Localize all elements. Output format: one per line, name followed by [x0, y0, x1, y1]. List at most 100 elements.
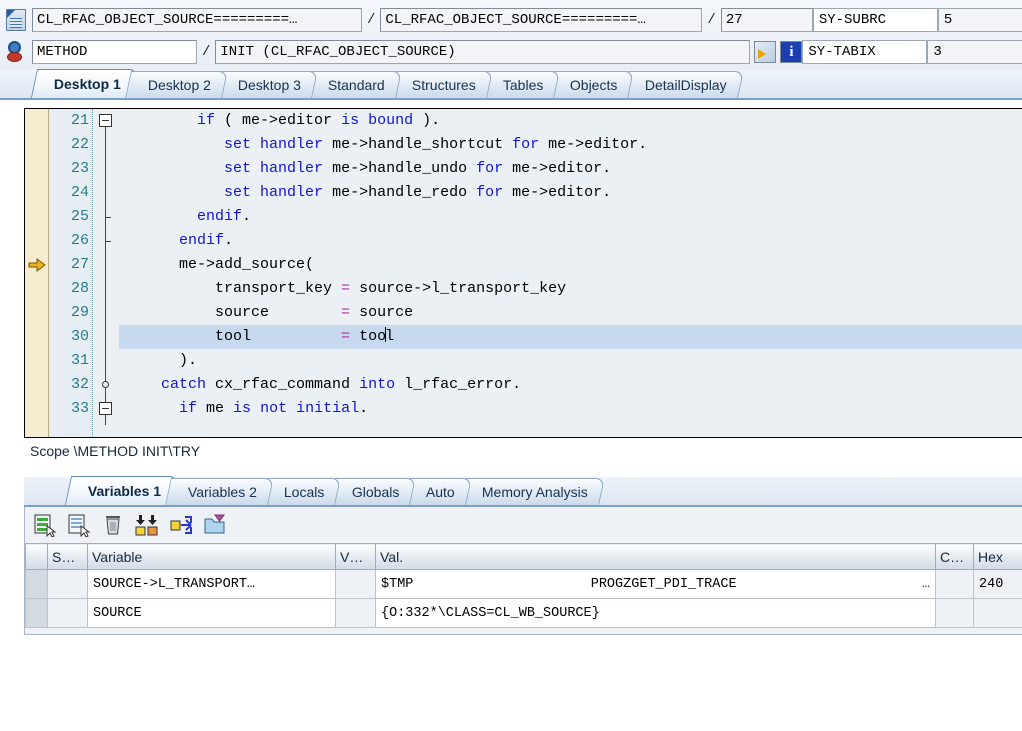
method-icon — [6, 41, 26, 63]
value-cell[interactable]: {O:332*\CLASS=CL_WB_SOURCE} — [375, 598, 936, 628]
variable-name-cell[interactable]: SOURCE — [87, 598, 336, 628]
fold-node-circle[interactable] — [102, 381, 109, 388]
event-type-field[interactable]: METHOD — [32, 40, 197, 64]
code-line[interactable]: ). — [119, 349, 1022, 373]
line-number: 32 — [70, 376, 89, 393]
table-row[interactable]: SOURCE->L_TRANSPORT… $TMP PROGZGET_PDI_TRA… — [25, 569, 1022, 599]
code-pane-wrapper: 21 22 23 24 25 26 27 28 29 30 31 32 33 if ( me->edit… — [0, 100, 1022, 438]
tab-objects[interactable]: Objects — [547, 71, 635, 98]
tab-label: Structures — [411, 77, 476, 93]
code-line[interactable]: set handler me->handle_undo for me->edit… — [119, 157, 1022, 181]
variables-table[interactable]: S… Variable V… Val. C… Hex SOURCE->L_TRANSPOR… — [25, 543, 1022, 628]
code-line[interactable]: me->add_source( — [119, 253, 1022, 277]
value-cell[interactable]: $TMP PROGZGET_PDI_TRACE… — [375, 569, 936, 599]
program-name-field[interactable]: CL_RFAC_OBJECT_SOURCE=========… — [32, 8, 362, 32]
debugger-header: CL_RFAC_OBJECT_SOURCE=========… / CL_RFA… — [0, 0, 1022, 70]
value-type-cell — [335, 569, 376, 599]
code-text-area[interactable]: if ( me->editor is bound ). set handler … — [119, 109, 1022, 437]
sy-tabix-value[interactable]: 3 — [927, 40, 1022, 64]
code-line[interactable]: endif. — [119, 229, 1022, 253]
code-line[interactable]: endif. — [119, 205, 1022, 229]
expand-icon[interactable] — [169, 513, 193, 537]
info-icon[interactable]: i — [780, 41, 803, 63]
tab-desktop-1[interactable]: Desktop 1 — [30, 69, 139, 98]
table-row[interactable]: SOURCE {O:332*\CLASS=CL_WB_SOURCE} — [25, 598, 1022, 628]
line-number: 31 — [70, 352, 89, 369]
tab-desktop-2[interactable]: Desktop 2 — [125, 71, 228, 98]
column-header-c[interactable]: C… — [935, 543, 974, 570]
hex-cell — [973, 598, 1022, 628]
code-line[interactable]: transport_key = source->l_transport_key — [119, 277, 1022, 301]
desktop-tabstrip: Desktop 1 Desktop 2 Desktop 3 Standard Struc… — [0, 69, 1022, 100]
code-folding-gutter[interactable] — [93, 109, 119, 437]
program-separator-1: / — [367, 12, 376, 28]
variables-tabstrip: Variables 1 Variables 2 Locals Globals Auto M… — [24, 476, 1022, 507]
code-line[interactable]: catch cx_rfac_command into l_rfac_error. — [119, 373, 1022, 397]
tab-standard[interactable]: Standard — [305, 71, 402, 98]
display-list-green-icon[interactable] — [33, 513, 57, 538]
event-name-field[interactable]: INIT (CL_RFAC_OBJECT_SOURCE) — [215, 40, 751, 64]
variable-name-cell[interactable]: SOURCE->L_TRANSPORT… — [87, 569, 336, 599]
variables-panel: S… Variable V… Val. C… Hex SOURCE->L_TRANSPOR… — [24, 507, 1022, 635]
tab-label: Objects — [570, 77, 618, 93]
column-header-variable[interactable]: Variable — [87, 543, 336, 570]
code-line[interactable]: tool = tool — [119, 325, 1022, 349]
load-variables-icon[interactable] — [135, 513, 159, 537]
tab-tables[interactable]: Tables — [479, 71, 560, 98]
jump-to-icon[interactable] — [754, 41, 777, 63]
tab-detaildisplay[interactable]: DetailDisplay — [621, 71, 744, 98]
line-number: 24 — [70, 184, 89, 201]
breakpoint-gutter[interactable] — [25, 109, 49, 437]
code-line[interactable]: source = source — [119, 301, 1022, 325]
fold-collapse-box[interactable] — [99, 402, 112, 415]
tab-globals[interactable]: Globals — [328, 478, 416, 505]
current-statement-arrow-icon — [28, 253, 46, 277]
delete-icon[interactable] — [101, 513, 125, 537]
header-row-program: CL_RFAC_OBJECT_SOURCE=========… / CL_RFA… — [0, 4, 1022, 36]
tab-desktop-3[interactable]: Desktop 3 — [215, 71, 318, 98]
line-number: 23 — [70, 160, 89, 177]
changed-flag-cell — [935, 569, 974, 599]
column-header-selector[interactable] — [25, 543, 48, 570]
display-list-blue-icon[interactable] — [67, 513, 91, 538]
sy-subrc-label: SY-SUBRC — [812, 8, 938, 32]
line-number: 33 — [70, 400, 89, 417]
column-header-v[interactable]: V… — [335, 543, 376, 570]
line-number: 28 — [70, 280, 89, 297]
tab-variables-2[interactable]: Variables 2 — [165, 478, 275, 505]
tab-label: Variables 2 — [188, 484, 258, 500]
tab-locals[interactable]: Locals — [261, 478, 342, 505]
tab-label: Memory Analysis — [481, 484, 588, 500]
code-line[interactable]: set handler me->handle_shortcut for me->… — [119, 133, 1022, 157]
row-selector-cell[interactable] — [25, 598, 48, 628]
new-folder-icon[interactable] — [203, 513, 227, 537]
tab-variables-1[interactable]: Variables 1 — [64, 476, 179, 505]
tab-structures[interactable]: Structures — [388, 71, 493, 98]
include-name-field[interactable]: CL_RFAC_OBJECT_SOURCE=========… — [380, 8, 703, 32]
line-number: 22 — [70, 136, 89, 153]
code-line[interactable]: set handler me->handle_redo for me->edit… — [119, 181, 1022, 205]
code-line[interactable]: if ( me->editor is bound ). — [119, 109, 1022, 133]
variables-table-header-row: S… Variable V… Val. C… Hex — [25, 543, 1022, 570]
program-icon — [6, 9, 26, 31]
sy-subrc-value[interactable]: 5 — [937, 8, 1022, 32]
tab-memory-analysis[interactable]: Memory Analysis — [459, 478, 605, 505]
column-header-s[interactable]: S… — [47, 543, 88, 570]
column-header-hex[interactable]: Hex — [973, 543, 1022, 570]
event-separator: / — [202, 44, 211, 60]
row-selector-cell[interactable] — [25, 569, 48, 599]
changed-flag-cell — [935, 598, 974, 628]
sy-tabix-label: SY-TABIX — [802, 40, 928, 64]
fold-collapse-box[interactable] — [99, 114, 112, 127]
line-number-gutter: 21 22 23 24 25 26 27 28 29 30 31 32 33 — [49, 109, 93, 437]
code-line[interactable]: if me is not initial. — [119, 397, 1022, 421]
variables-panel-wrapper: Variables 1 Variables 2 Locals Globals Auto M… — [0, 463, 1022, 635]
line-number: 26 — [70, 232, 89, 249]
method-base-icon — [7, 52, 22, 62]
value-primary: $TMP — [381, 576, 414, 592]
line-number: 30 — [70, 328, 89, 345]
source-code-viewer[interactable]: 21 22 23 24 25 26 27 28 29 30 31 32 33 if ( me->edit… — [24, 108, 1022, 438]
value-primary: {O:332*\CLASS=CL_WB_SOURCE} — [381, 605, 600, 621]
column-header-val[interactable]: Val. — [375, 543, 936, 570]
line-number-field[interactable]: 27 — [720, 8, 813, 32]
